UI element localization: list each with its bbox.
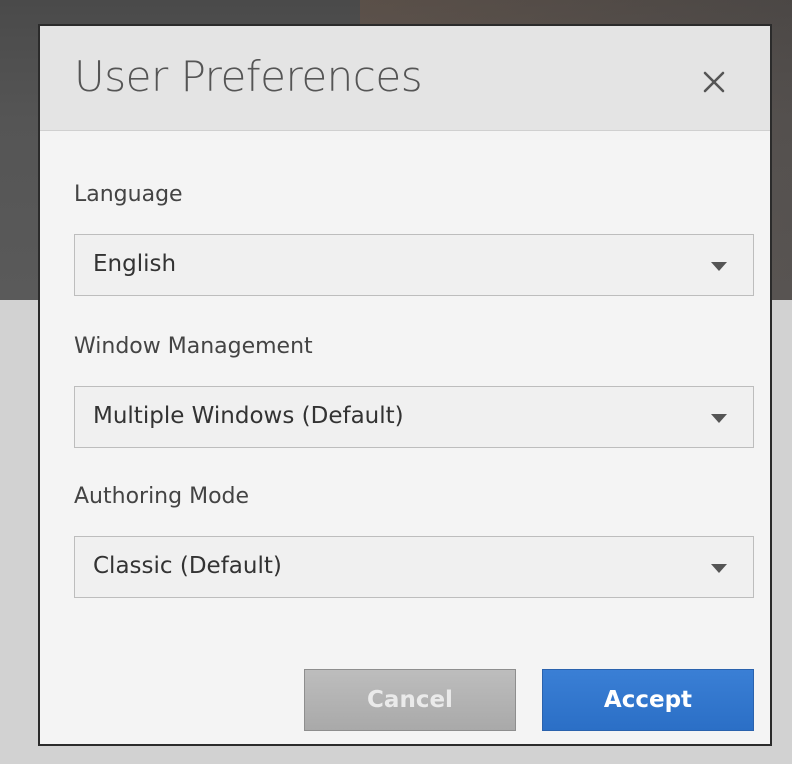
language-label: Language	[74, 182, 183, 207]
chevron-down-icon	[711, 414, 727, 423]
window-management-select-value: Multiple Windows (Default)	[93, 403, 404, 429]
close-icon	[703, 71, 725, 93]
dialog-header: User Preferences	[40, 26, 770, 131]
language-select[interactable]: English	[74, 234, 754, 296]
language-select-value: English	[93, 251, 177, 277]
window-management-select[interactable]: Multiple Windows (Default)	[74, 386, 754, 448]
user-preferences-dialog: User Preferences Language English Window…	[38, 24, 772, 746]
close-button[interactable]	[694, 62, 734, 102]
authoring-mode-select[interactable]: Classic (Default)	[74, 536, 754, 598]
accept-button[interactable]: Accept	[542, 669, 754, 731]
cancel-button[interactable]: Cancel	[304, 669, 516, 731]
authoring-mode-label: Authoring Mode	[74, 484, 250, 509]
dialog-title: User Preferences	[74, 52, 423, 101]
authoring-mode-select-value: Classic (Default)	[93, 553, 282, 579]
chevron-down-icon	[711, 262, 727, 271]
window-management-label: Window Management	[74, 334, 313, 359]
chevron-down-icon	[711, 564, 727, 573]
